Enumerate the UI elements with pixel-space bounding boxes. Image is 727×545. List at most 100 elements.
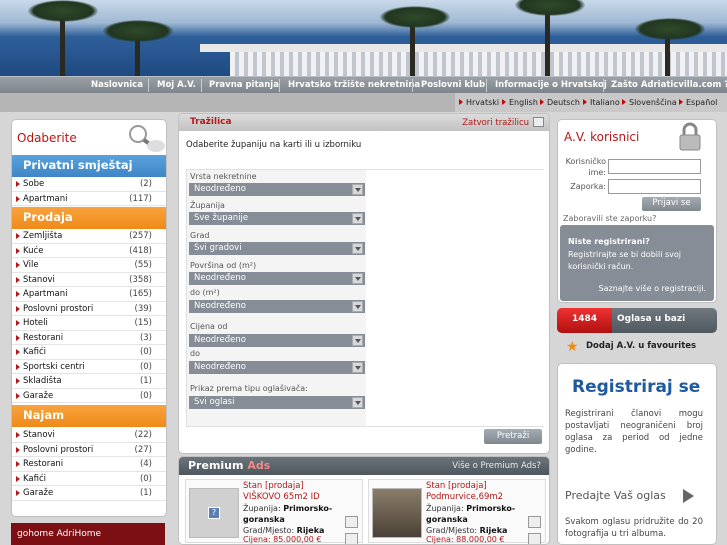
- lang-italiano[interactable]: Italiano: [583, 98, 620, 107]
- registration-more-link[interactable]: Saznajte više o registraciji.: [599, 284, 706, 293]
- premium-header: Premium Ads Više o Premium Ads?: [179, 457, 549, 475]
- forgot-password-link[interactable]: Zaboravili ste zaporku?: [563, 214, 656, 223]
- register-panel: Registriraj se Registrirani članovi mogu…: [557, 363, 717, 545]
- list-item[interactable]: Hoteli (15): [12, 316, 166, 331]
- monitor-icon[interactable]: [533, 117, 544, 127]
- list-item[interactable]: Skladišta (1): [12, 374, 166, 389]
- submit-ad-link[interactable]: Predajte Vaš oglas: [565, 489, 666, 502]
- password-input[interactable]: [608, 179, 701, 194]
- zoom-icon[interactable]: [345, 533, 358, 544]
- ad-count-bar: 1484 Oglasa u bazi: [557, 308, 717, 333]
- list-item[interactable]: Poslovni prostori (27): [12, 443, 166, 457]
- category-sidebar: Odaberite Privatni smještaj Sobe (2) Apar…: [11, 119, 167, 517]
- list-item[interactable]: Stanovi (358): [12, 273, 166, 287]
- play-arrow-icon[interactable]: [683, 489, 694, 503]
- price-to-select[interactable]: Neodređeno: [189, 361, 365, 374]
- property-type-select[interactable]: Neodređeno: [189, 183, 365, 196]
- list-item[interactable]: Kuće (418): [12, 244, 166, 258]
- category-privatni-smjestaj[interactable]: Privatni smještaj: [12, 155, 166, 177]
- list-item[interactable]: Apartmani (165): [12, 287, 166, 302]
- list-item[interactable]: Kafići (0): [12, 472, 166, 486]
- field-label: Prikaz prema tipu oglašivača:: [190, 384, 308, 393]
- ad-title[interactable]: Stan [prodaja] Podmurvice,69m2: [426, 481, 526, 503]
- gohome-banner[interactable]: gohome AdriHome: [11, 523, 165, 545]
- list-item[interactable]: Kafići (0): [12, 345, 166, 360]
- ad-title[interactable]: Stan [prodaja] VIŠKOVO 65m2 ID: [243, 481, 343, 503]
- list-item[interactable]: Vile (55): [12, 258, 166, 273]
- username-input[interactable]: [608, 159, 701, 174]
- nav-trziste[interactable]: Hrvatsko tržište nekretnina: [288, 80, 420, 90]
- list-item[interactable]: Sportski centri (0): [12, 360, 166, 374]
- ad-location: Županija: Primorsko-goranska Grad/Mjesto:…: [426, 504, 516, 535]
- nav-informacije[interactable]: Informacije o Hrvatskoj: [495, 80, 607, 90]
- nav-naslovnica[interactable]: Naslovnica: [91, 80, 143, 90]
- lang-deutsch[interactable]: Deutsch: [540, 98, 580, 107]
- palm-fronds: [103, 20, 173, 42]
- ad-price: Cijena: 85.000,00 €: [243, 535, 322, 544]
- list-item[interactable]: Zemljišta (257): [12, 229, 166, 244]
- nav-divider: [201, 79, 202, 92]
- nav-moj-av[interactable]: Moj A.V.: [157, 80, 196, 90]
- chevron-down-icon: [352, 213, 363, 224]
- header-banner-image: [0, 0, 727, 76]
- nav-poslovni-klub[interactable]: Poslovni klub: [421, 80, 485, 90]
- ad-thumbnail[interactable]: ?: [189, 488, 239, 538]
- list-item[interactable]: Garaže (0): [12, 389, 166, 403]
- registration-info: Niste registrirani? Registrirajte se bi …: [560, 225, 714, 301]
- gallery-icon[interactable]: [345, 516, 358, 528]
- register-text: Registrirani članovi mogu postavljati ne…: [565, 409, 703, 455]
- zoom-icon[interactable]: [528, 533, 541, 544]
- premium-ad-card[interactable]: ? Stan [prodaja] VIŠKOVO 65m2 ID Županij…: [185, 479, 363, 544]
- list-item[interactable]: Apartmani (117): [12, 192, 166, 206]
- lang-english[interactable]: English: [502, 98, 538, 107]
- lang-espanol[interactable]: Español: [679, 98, 717, 107]
- ad-thumbnail[interactable]: [372, 488, 422, 538]
- premium-ad-card[interactable]: Stan [prodaja] Podmurvice,69m2 Županija:…: [368, 479, 546, 544]
- list-item[interactable]: Poslovni prostori (39): [12, 302, 166, 316]
- language-bar-shade: [0, 93, 455, 112]
- gallery-icon[interactable]: [528, 516, 541, 528]
- area-from-select[interactable]: Neodređeno: [189, 272, 365, 285]
- nav-divider: [279, 79, 280, 92]
- main-nav: Naslovnica Moj A.V. Pravna pitanja Hrvat…: [0, 76, 727, 93]
- register-text-2: Svakom oglasu pridružite do 20 fotografi…: [565, 517, 703, 539]
- palm-trunk: [410, 20, 415, 76]
- lock-icon: [679, 122, 701, 151]
- lang-slovenscina[interactable]: Slovenščina: [622, 98, 677, 107]
- city-select[interactable]: Svi gradovi: [189, 242, 365, 255]
- ad-price: Cijena: 88.000,00 €: [426, 535, 505, 544]
- map-area[interactable]: [366, 170, 544, 426]
- magnifier-hand-icon: [129, 125, 165, 152]
- language-bar: Hrvatski English Deutsch Italiano Sloven…: [0, 93, 727, 112]
- list-item[interactable]: Restorani (4): [12, 457, 166, 472]
- chevron-down-icon: [352, 301, 363, 312]
- search-intro: Odaberite županiju na karti ili u izborn…: [186, 140, 362, 150]
- search-title: Tražilica: [190, 117, 232, 127]
- close-search-link[interactable]: Zatvori tražilicu: [462, 118, 529, 128]
- premium-more-link[interactable]: Više o Premium Ads?: [452, 461, 541, 471]
- image-placeholder-icon: ?: [208, 507, 220, 519]
- nav-divider: [412, 79, 413, 92]
- nav-pravna-pitanja[interactable]: Pravna pitanja: [209, 80, 279, 90]
- ad-location: Županija: Primorsko-goranska Grad/Mjesto:…: [243, 504, 333, 535]
- register-title[interactable]: Registriraj se: [572, 377, 700, 397]
- list-item[interactable]: Stanovi (22): [12, 428, 166, 443]
- price-from-select[interactable]: Neodređeno: [189, 334, 365, 347]
- lang-hrvatski[interactable]: Hrvatski: [459, 98, 499, 107]
- category-prodaja[interactable]: Prodaja: [12, 207, 166, 229]
- search-button[interactable]: Pretraži: [484, 429, 542, 444]
- list-item[interactable]: Garaže (1): [12, 486, 166, 501]
- search-form: Vrsta nekretnine Neodređeno Županija Sve…: [186, 169, 544, 427]
- category-najam[interactable]: Najam: [12, 405, 166, 427]
- premium-ads-panel: Premium Ads Više o Premium Ads? ? Stan […: [178, 456, 550, 545]
- nav-zasto[interactable]: Zašto Adriaticvilla.com ?: [611, 80, 727, 90]
- advertiser-type-select[interactable]: Svi oglasi: [189, 396, 365, 409]
- login-button[interactable]: Prijavi se: [642, 197, 701, 211]
- search-header: Tražilica Zatvori tražilicu: [179, 114, 549, 131]
- sidebar-title: Odaberite: [17, 131, 77, 145]
- add-favourite-link[interactable]: ★ Dodaj A.V. u favourites: [566, 339, 696, 355]
- list-item[interactable]: Sobe (2): [12, 177, 166, 192]
- list-item[interactable]: Restorani (3): [12, 331, 166, 345]
- area-to-select[interactable]: Neodređeno: [189, 300, 365, 313]
- county-select[interactable]: Sve županije: [189, 212, 365, 225]
